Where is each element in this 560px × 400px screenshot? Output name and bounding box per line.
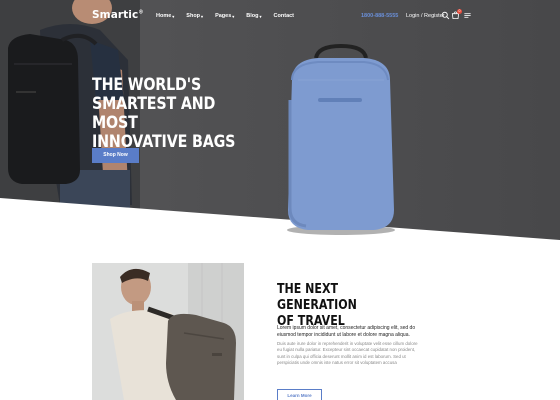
nav-item-shop[interactable]: Shop ▾ — [186, 13, 203, 19]
feature-body-text: Duis aute irure dolor in reprehenderit i… — [277, 341, 418, 365]
learn-more-button[interactable]: Learn More — [277, 389, 322, 400]
hero-product-backpack — [287, 43, 395, 235]
nav-item-home[interactable]: Home ▾ — [156, 13, 174, 19]
nav-item-blog[interactable]: Blog ▾ — [246, 13, 261, 19]
chevron-down-icon: ▾ — [201, 13, 204, 19]
feature-title: THE NEXT GENERATION OF TRAVEL — [277, 282, 357, 329]
feature-lead-text: Lorem ipsum dolor sit amet, consectetur … — [277, 325, 416, 338]
login-register-link[interactable]: Login / Register — [406, 13, 445, 19]
brand-logo[interactable]: Smartic® — [92, 9, 143, 21]
phone-number-link[interactable]: 1800-888-5555 — [361, 13, 398, 19]
nav-item-pages[interactable]: Pages ▾ — [215, 13, 234, 19]
chevron-down-icon: ▾ — [172, 13, 175, 19]
cart-count-badge: 0 — [457, 9, 462, 14]
feature-model-image — [92, 263, 244, 400]
hero-headline: THE WORLD'S SMARTEST AND MOST INNOVATIVE… — [92, 75, 236, 152]
shop-now-button[interactable]: Shop Now — [92, 148, 139, 163]
main-menu: Home ▾ Shop ▾ Pages ▾ Blog ▾ Contact — [156, 13, 294, 19]
menu-icon[interactable] — [463, 11, 472, 20]
search-icon[interactable] — [441, 11, 450, 20]
chevron-down-icon: ▾ — [259, 13, 262, 19]
nav-item-contact[interactable]: Contact — [274, 13, 294, 19]
hero-section: Smartic® Home ▾ Shop ▾ Pages ▾ Blog ▾ Contac… — [0, 0, 560, 240]
top-navigation: Smartic® Home ▾ Shop ▾ Pages ▾ Blog ▾ Contac… — [0, 0, 560, 34]
chevron-down-icon: ▾ — [232, 13, 235, 19]
